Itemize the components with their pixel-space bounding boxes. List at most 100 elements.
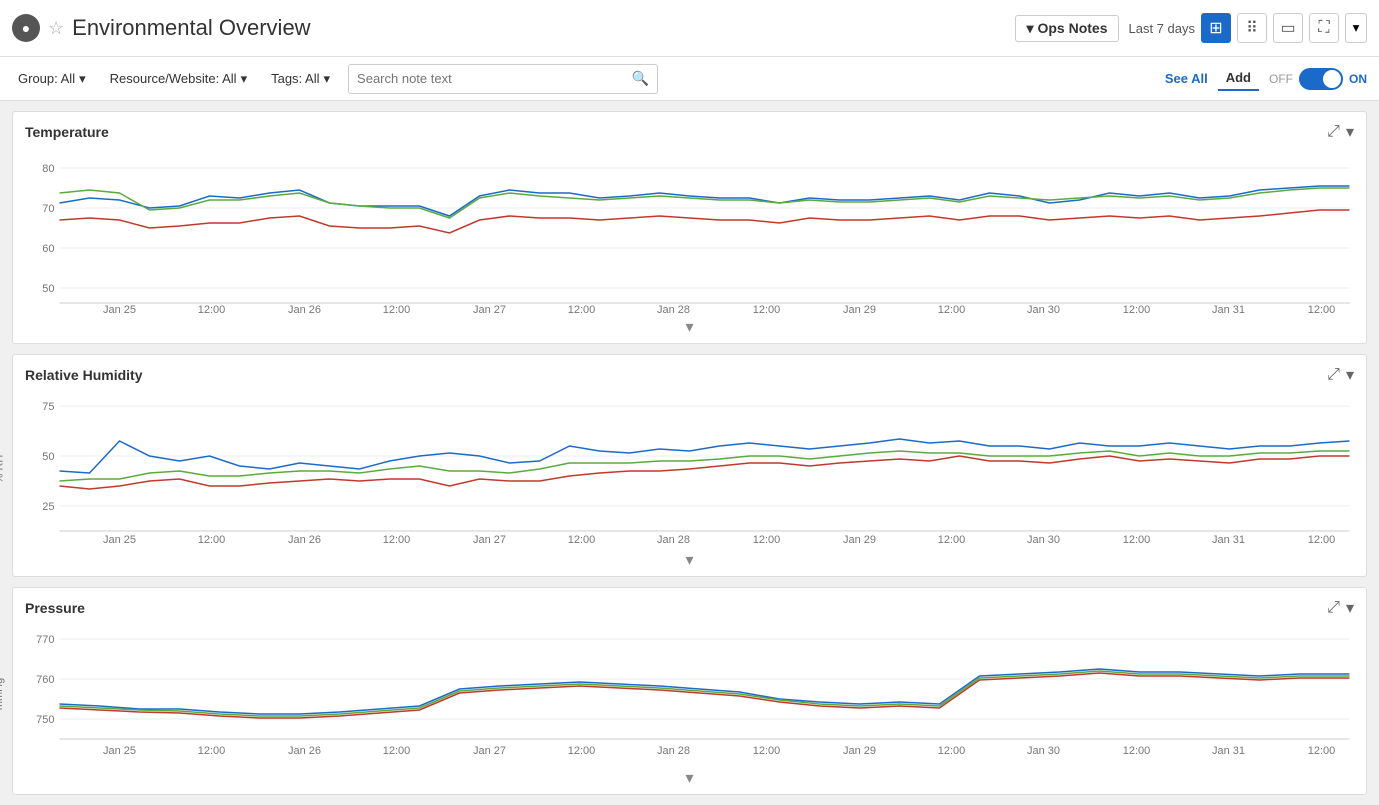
humidity-chart-controls: ⤢ ▾ bbox=[1327, 365, 1354, 385]
pressure-collapse-button[interactable]: ▾ bbox=[1346, 598, 1354, 618]
search-input[interactable] bbox=[357, 71, 632, 86]
svg-text:12:00: 12:00 bbox=[1308, 745, 1336, 757]
more-options-button[interactable]: ▾ bbox=[1345, 13, 1367, 43]
temperature-chart-panel: Temperature ⤢ ▾ 80 70 60 50 bbox=[12, 111, 1367, 344]
humidity-chart-panel: Relative Humidity ⤢ ▾ 75 50 25 bbox=[12, 354, 1367, 577]
humidity-collapse-button[interactable]: ▾ bbox=[1346, 365, 1354, 385]
svg-text:25: 25 bbox=[42, 501, 54, 513]
svg-text:Jan 29: Jan 29 bbox=[843, 745, 876, 757]
chevron-down-icon: ▾ bbox=[1353, 20, 1360, 36]
pressure-chart-panel: Pressure ⤢ ▾ 770 760 750 bbox=[12, 587, 1367, 795]
sub-header-right: See All Add OFF ON bbox=[1165, 66, 1367, 91]
header-right: ▾ Ops Notes Last 7 days ⊞ ⠿ ▭ ⛶ ▾ bbox=[1015, 13, 1367, 43]
group-filter-label: Group: All bbox=[18, 71, 75, 86]
humidity-chart-area: 75 50 25 Jan 25 12:00 Jan 26 12:00 Jan 2… bbox=[13, 391, 1366, 546]
toggle-container: OFF ON bbox=[1269, 68, 1367, 90]
temperature-collapse-chevron[interactable]: ▾ bbox=[685, 317, 693, 337]
toggle-on-label: ON bbox=[1349, 72, 1367, 86]
svg-text:Jan 30: Jan 30 bbox=[1027, 304, 1060, 316]
tags-filter-label: Tags: All bbox=[271, 71, 319, 86]
dots-view-button[interactable]: ⠿ bbox=[1237, 13, 1267, 43]
svg-text:Jan 26: Jan 26 bbox=[288, 304, 321, 316]
resource-chevron-icon: ▾ bbox=[241, 71, 248, 87]
svg-text:60: 60 bbox=[42, 243, 54, 255]
svg-text:Jan 25: Jan 25 bbox=[103, 745, 136, 757]
temperature-chart-area: 80 70 60 50 Jan 25 12:00 Jan 26 12:00 Ja… bbox=[13, 148, 1366, 313]
pressure-chart-title: Pressure bbox=[25, 600, 85, 616]
pressure-collapse-chevron[interactable]: ▾ bbox=[685, 768, 693, 788]
svg-text:Jan 28: Jan 28 bbox=[657, 745, 690, 757]
pressure-chart-controls: ⤢ ▾ bbox=[1327, 598, 1354, 618]
svg-text:Jan 25: Jan 25 bbox=[103, 534, 136, 546]
temperature-chart-title: Temperature bbox=[25, 124, 109, 140]
svg-text:12:00: 12:00 bbox=[753, 745, 781, 757]
toggle-switch[interactable] bbox=[1299, 68, 1343, 90]
svg-text:70: 70 bbox=[42, 203, 54, 215]
humidity-expand-button[interactable]: ⤢ bbox=[1327, 366, 1340, 384]
header-left: ● ☆ Environmental Overview bbox=[12, 14, 1015, 42]
svg-text:12:00: 12:00 bbox=[383, 745, 411, 757]
star-icon[interactable]: ☆ bbox=[48, 18, 64, 39]
svg-text:12:00: 12:00 bbox=[1123, 534, 1151, 546]
humidity-collapse-chevron[interactable]: ▾ bbox=[685, 550, 693, 570]
svg-text:12:00: 12:00 bbox=[938, 304, 966, 316]
svg-text:Jan 26: Jan 26 bbox=[288, 745, 321, 757]
temperature-collapse-button[interactable]: ▾ bbox=[1346, 122, 1354, 142]
humidity-chart-footer: ▾ bbox=[13, 546, 1366, 576]
svg-text:760: 760 bbox=[36, 674, 54, 686]
svg-text:12:00: 12:00 bbox=[938, 534, 966, 546]
svg-text:80: 80 bbox=[42, 163, 54, 175]
humidity-chart-header: Relative Humidity ⤢ ▾ bbox=[13, 365, 1366, 391]
pressure-y-label: mmHg bbox=[0, 678, 5, 710]
svg-text:50: 50 bbox=[42, 451, 54, 463]
pressure-chart-area: 770 760 750 Jan 25 12:00 Jan 26 12:00 Ja… bbox=[13, 624, 1366, 764]
svg-text:Jan 27: Jan 27 bbox=[473, 304, 506, 316]
svg-text:Jan 30: Jan 30 bbox=[1027, 745, 1060, 757]
svg-text:Jan 25: Jan 25 bbox=[103, 304, 136, 316]
crop-icon: ⛶ bbox=[1318, 19, 1329, 37]
svg-text:Jan 26: Jan 26 bbox=[288, 534, 321, 546]
temperature-expand-button[interactable]: ⤢ bbox=[1327, 123, 1340, 141]
group-chevron-icon: ▾ bbox=[79, 71, 86, 87]
svg-text:75: 75 bbox=[42, 401, 54, 413]
search-box[interactable]: 🔍 bbox=[348, 64, 658, 94]
main-header: ● ☆ Environmental Overview ▾ Ops Notes L… bbox=[0, 0, 1379, 57]
group-filter[interactable]: Group: All ▾ bbox=[12, 67, 92, 91]
pressure-chart-header: Pressure ⤢ ▾ bbox=[13, 598, 1366, 624]
ops-notes-button[interactable]: ▾ Ops Notes bbox=[1015, 15, 1118, 42]
sub-header: Group: All ▾ Resource/Website: All ▾ Tag… bbox=[0, 57, 1379, 101]
see-all-link[interactable]: See All bbox=[1165, 71, 1208, 86]
resource-filter[interactable]: Resource/Website: All ▾ bbox=[104, 67, 253, 91]
temperature-chart-footer: ▾ bbox=[13, 313, 1366, 343]
monitor-icon: ▭ bbox=[1280, 18, 1295, 38]
monitor-view-button[interactable]: ▭ bbox=[1273, 13, 1303, 43]
humidity-chart-title: Relative Humidity bbox=[25, 367, 142, 383]
svg-text:12:00: 12:00 bbox=[568, 745, 596, 757]
search-icon: 🔍 bbox=[632, 70, 649, 87]
svg-text:12:00: 12:00 bbox=[753, 534, 781, 546]
svg-text:12:00: 12:00 bbox=[1123, 745, 1151, 757]
crop-view-button[interactable]: ⛶ bbox=[1309, 13, 1339, 43]
humidity-svg: 75 50 25 Jan 25 12:00 Jan 26 12:00 Jan 2… bbox=[53, 391, 1356, 546]
resource-filter-label: Resource/Website: All bbox=[110, 71, 237, 86]
svg-text:Jan 28: Jan 28 bbox=[657, 534, 690, 546]
main-content: Temperature ⤢ ▾ 80 70 60 50 bbox=[0, 101, 1379, 805]
svg-text:12:00: 12:00 bbox=[198, 745, 226, 757]
svg-text:12:00: 12:00 bbox=[568, 304, 596, 316]
svg-text:12:00: 12:00 bbox=[1123, 304, 1151, 316]
svg-text:Jan 31: Jan 31 bbox=[1212, 534, 1245, 546]
add-button[interactable]: Add bbox=[1218, 66, 1259, 91]
svg-text:12:00: 12:00 bbox=[198, 304, 226, 316]
svg-text:12:00: 12:00 bbox=[938, 745, 966, 757]
pressure-chart-footer: ▾ bbox=[13, 764, 1366, 794]
temperature-chart-controls: ⤢ ▾ bbox=[1327, 122, 1354, 142]
pressure-expand-button[interactable]: ⤢ bbox=[1327, 599, 1340, 617]
grid-icon: ⊞ bbox=[1209, 18, 1222, 38]
svg-text:750: 750 bbox=[36, 714, 54, 726]
svg-text:12:00: 12:00 bbox=[1308, 304, 1336, 316]
tags-filter[interactable]: Tags: All ▾ bbox=[265, 67, 336, 91]
grid-view-button[interactable]: ⊞ bbox=[1201, 13, 1231, 43]
svg-text:50: 50 bbox=[42, 283, 54, 295]
svg-text:Jan 31: Jan 31 bbox=[1212, 745, 1245, 757]
svg-text:12:00: 12:00 bbox=[383, 534, 411, 546]
